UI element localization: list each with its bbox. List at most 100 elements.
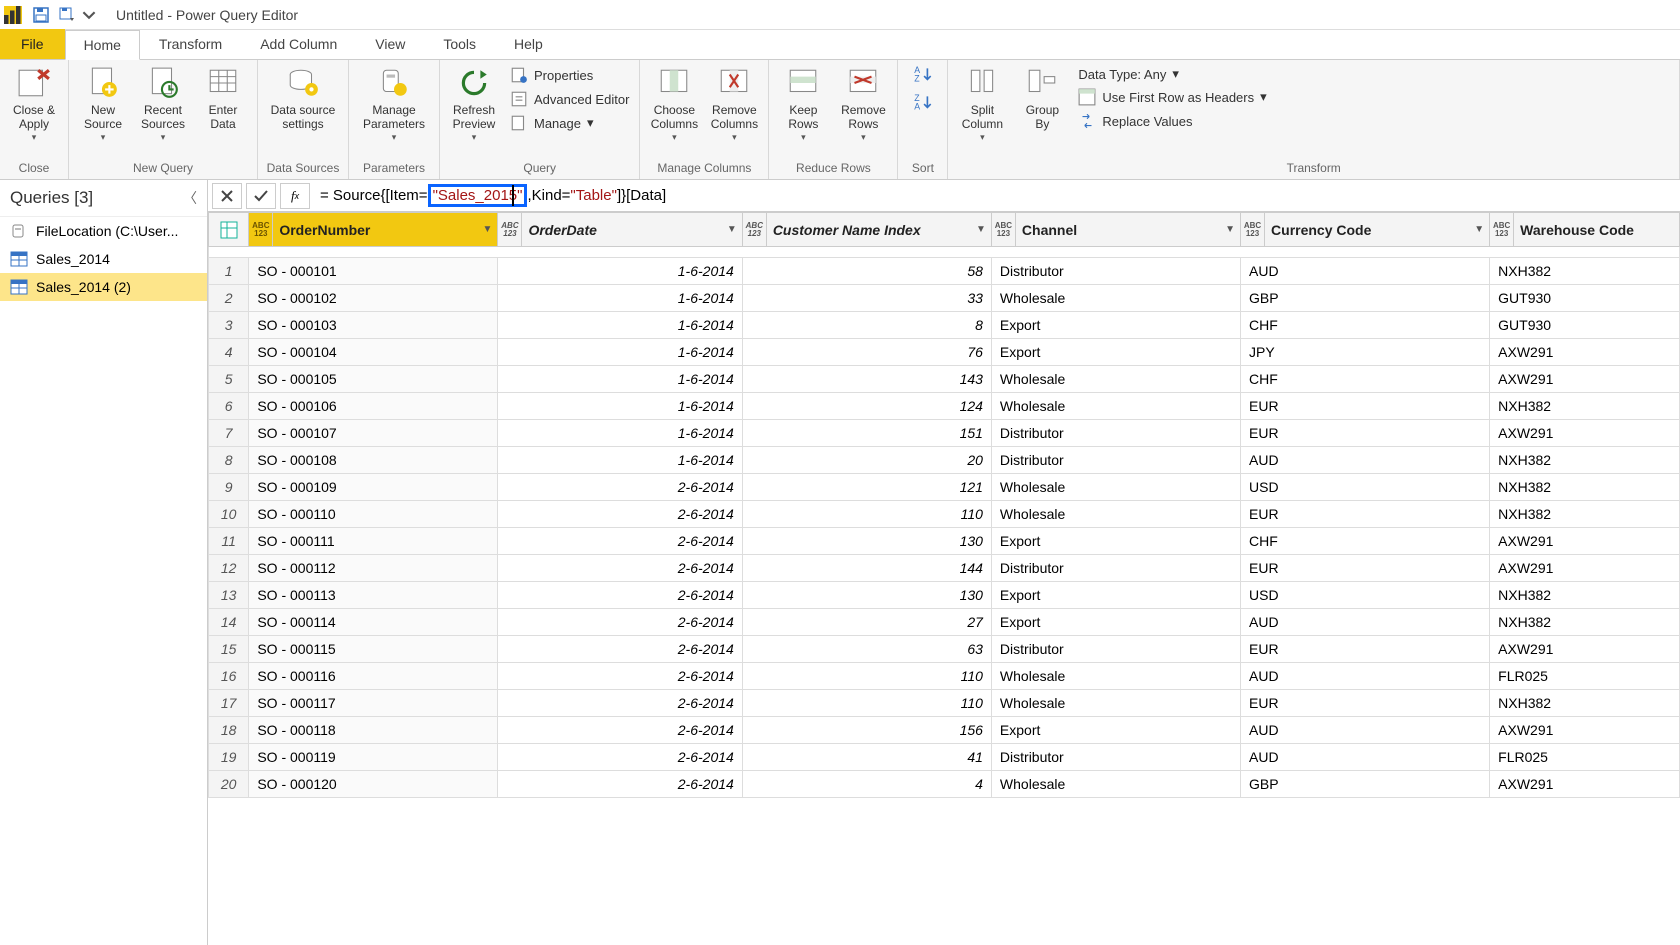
cell-channel[interactable]: Distributor	[991, 636, 1240, 663]
save-button[interactable]	[30, 4, 52, 26]
table-row[interactable]: 10SO - 0001102-6-2014110WholesaleEURNXH3…	[209, 501, 1680, 528]
table-row[interactable]: 14SO - 0001142-6-201427ExportAUDNXH382	[209, 609, 1680, 636]
table-row[interactable]: 19SO - 0001192-6-201441DistributorAUDFLR…	[209, 744, 1680, 771]
column-header-currency[interactable]: ABC123Currency Code▼	[1241, 213, 1490, 247]
sort-desc-button[interactable]: ZA	[912, 92, 934, 114]
cell-channel[interactable]: Wholesale	[991, 501, 1240, 528]
cell-warehouse[interactable]: NXH382	[1490, 393, 1680, 420]
cell-channel[interactable]: Wholesale	[991, 366, 1240, 393]
cell-ordernumber[interactable]: SO - 000110	[249, 501, 498, 528]
data-type-button[interactable]: Data Type: Any ▾	[1074, 64, 1270, 84]
column-filter-icon[interactable]: ▼	[1469, 224, 1489, 235]
cell-customer[interactable]: 110	[742, 501, 991, 528]
column-header-customer[interactable]: ABC123Customer Name Index▼	[742, 213, 991, 247]
manage-button[interactable]: Manage ▾	[506, 112, 633, 134]
cell-currency[interactable]: EUR	[1241, 555, 1490, 582]
query-item[interactable]: FileLocation (C:\User...	[0, 217, 207, 245]
table-row[interactable]: 7SO - 0001071-6-2014151DistributorEURAXW…	[209, 420, 1680, 447]
cell-warehouse[interactable]: FLR025	[1490, 663, 1680, 690]
cell-ordernumber[interactable]: SO - 000113	[249, 582, 498, 609]
tab-file[interactable]: File	[0, 29, 65, 59]
table-row[interactable]: 15SO - 0001152-6-201463DistributorEURAXW…	[209, 636, 1680, 663]
column-filter-icon[interactable]: ▼	[1220, 224, 1240, 235]
cell-orderdate[interactable]: 2-6-2014	[498, 528, 742, 555]
cell-currency[interactable]: EUR	[1241, 501, 1490, 528]
cell-orderdate[interactable]: 2-6-2014	[498, 501, 742, 528]
cell-orderdate[interactable]: 2-6-2014	[498, 474, 742, 501]
column-header-warehouse[interactable]: ABC123Warehouse Code	[1490, 213, 1680, 247]
table-row[interactable]: 11SO - 0001112-6-2014130ExportCHFAXW291	[209, 528, 1680, 555]
cell-warehouse[interactable]: AXW291	[1490, 420, 1680, 447]
cell-orderdate[interactable]: 2-6-2014	[498, 771, 742, 798]
cell-currency[interactable]: AUD	[1241, 663, 1490, 690]
cell-orderdate[interactable]: 2-6-2014	[498, 555, 742, 582]
cell-currency[interactable]: EUR	[1241, 420, 1490, 447]
cell-channel[interactable]: Export	[991, 339, 1240, 366]
cell-ordernumber[interactable]: SO - 000108	[249, 447, 498, 474]
column-header-channel[interactable]: ABC123Channel▼	[991, 213, 1240, 247]
cell-currency[interactable]: AUD	[1241, 609, 1490, 636]
commit-formula-button[interactable]	[246, 183, 276, 209]
cell-customer[interactable]: 143	[742, 366, 991, 393]
cell-ordernumber[interactable]: SO - 000114	[249, 609, 498, 636]
cell-currency[interactable]: AUD	[1241, 258, 1490, 285]
cell-warehouse[interactable]: AXW291	[1490, 555, 1680, 582]
cell-channel[interactable]: Wholesale	[991, 393, 1240, 420]
cell-orderdate[interactable]: 2-6-2014	[498, 663, 742, 690]
remove-columns-button[interactable]: RemoveColumns▾	[706, 64, 762, 145]
table-row[interactable]: 18SO - 0001182-6-2014156ExportAUDAXW291	[209, 717, 1680, 744]
data-grid[interactable]: ABC123OrderNumber▼ ABC123OrderDate▼ ABC1…	[208, 212, 1680, 945]
table-row[interactable]: 4SO - 0001041-6-201476ExportJPYAXW291	[209, 339, 1680, 366]
column-header-ordernumber[interactable]: ABC123OrderNumber▼	[249, 213, 498, 247]
table-row[interactable]: 5SO - 0001051-6-2014143WholesaleCHFAXW29…	[209, 366, 1680, 393]
manage-parameters-button[interactable]: ManageParameters▾	[355, 64, 433, 145]
cell-channel[interactable]: Export	[991, 609, 1240, 636]
replace-values-button[interactable]: Replace Values	[1074, 110, 1270, 132]
cell-customer[interactable]: 110	[742, 663, 991, 690]
enter-data-button[interactable]: EnterData	[195, 64, 251, 134]
cell-warehouse[interactable]: NXH382	[1490, 690, 1680, 717]
cell-warehouse[interactable]: AXW291	[1490, 771, 1680, 798]
tab-view[interactable]: View	[356, 29, 424, 59]
cell-ordernumber[interactable]: SO - 000115	[249, 636, 498, 663]
cell-currency[interactable]: USD	[1241, 474, 1490, 501]
cell-orderdate[interactable]: 2-6-2014	[498, 744, 742, 771]
cell-ordernumber[interactable]: SO - 000112	[249, 555, 498, 582]
refresh-preview-button[interactable]: RefreshPreview▾	[446, 64, 502, 145]
cell-channel[interactable]: Distributor	[991, 420, 1240, 447]
cell-currency[interactable]: GBP	[1241, 771, 1490, 798]
table-row[interactable]: 20SO - 0001202-6-20144WholesaleGBPAXW291	[209, 771, 1680, 798]
cell-customer[interactable]: 27	[742, 609, 991, 636]
tab-tools[interactable]: Tools	[424, 29, 495, 59]
cell-customer[interactable]: 151	[742, 420, 991, 447]
cell-warehouse[interactable]: NXH382	[1490, 582, 1680, 609]
cell-channel[interactable]: Distributor	[991, 555, 1240, 582]
formula-input[interactable]: = Source{[Item="Sales_2015",Kind="Table"…	[314, 182, 1676, 209]
split-column-button[interactable]: SplitColumn▾	[954, 64, 1010, 145]
cell-ordernumber[interactable]: SO - 000116	[249, 663, 498, 690]
collapse-pane-icon[interactable]: 〈	[183, 188, 197, 208]
table-row[interactable]: 1SO - 0001011-6-201458DistributorAUDNXH3…	[209, 258, 1680, 285]
cell-channel[interactable]: Distributor	[991, 258, 1240, 285]
cell-ordernumber[interactable]: SO - 000111	[249, 528, 498, 555]
row-header-corner[interactable]	[209, 213, 249, 247]
cell-currency[interactable]: EUR	[1241, 636, 1490, 663]
cell-currency[interactable]: AUD	[1241, 744, 1490, 771]
cell-warehouse[interactable]: AXW291	[1490, 339, 1680, 366]
cancel-formula-button[interactable]	[212, 183, 242, 209]
cell-warehouse[interactable]: NXH382	[1490, 447, 1680, 474]
cell-warehouse[interactable]: AXW291	[1490, 366, 1680, 393]
save-dropdown-icon[interactable]	[56, 4, 78, 26]
cell-channel[interactable]: Export	[991, 582, 1240, 609]
cell-ordernumber[interactable]: SO - 000119	[249, 744, 498, 771]
table-row[interactable]: 17SO - 0001172-6-2014110WholesaleEURNXH3…	[209, 690, 1680, 717]
cell-customer[interactable]: 20	[742, 447, 991, 474]
cell-ordernumber[interactable]: SO - 000120	[249, 771, 498, 798]
table-row[interactable]: 3SO - 0001031-6-20148ExportCHFGUT930	[209, 312, 1680, 339]
table-row[interactable]: 16SO - 0001162-6-2014110WholesaleAUDFLR0…	[209, 663, 1680, 690]
cell-customer[interactable]: 156	[742, 717, 991, 744]
cell-ordernumber[interactable]: SO - 000105	[249, 366, 498, 393]
group-by-button[interactable]: GroupBy	[1014, 64, 1070, 134]
cell-currency[interactable]: CHF	[1241, 312, 1490, 339]
cell-currency[interactable]: CHF	[1241, 528, 1490, 555]
